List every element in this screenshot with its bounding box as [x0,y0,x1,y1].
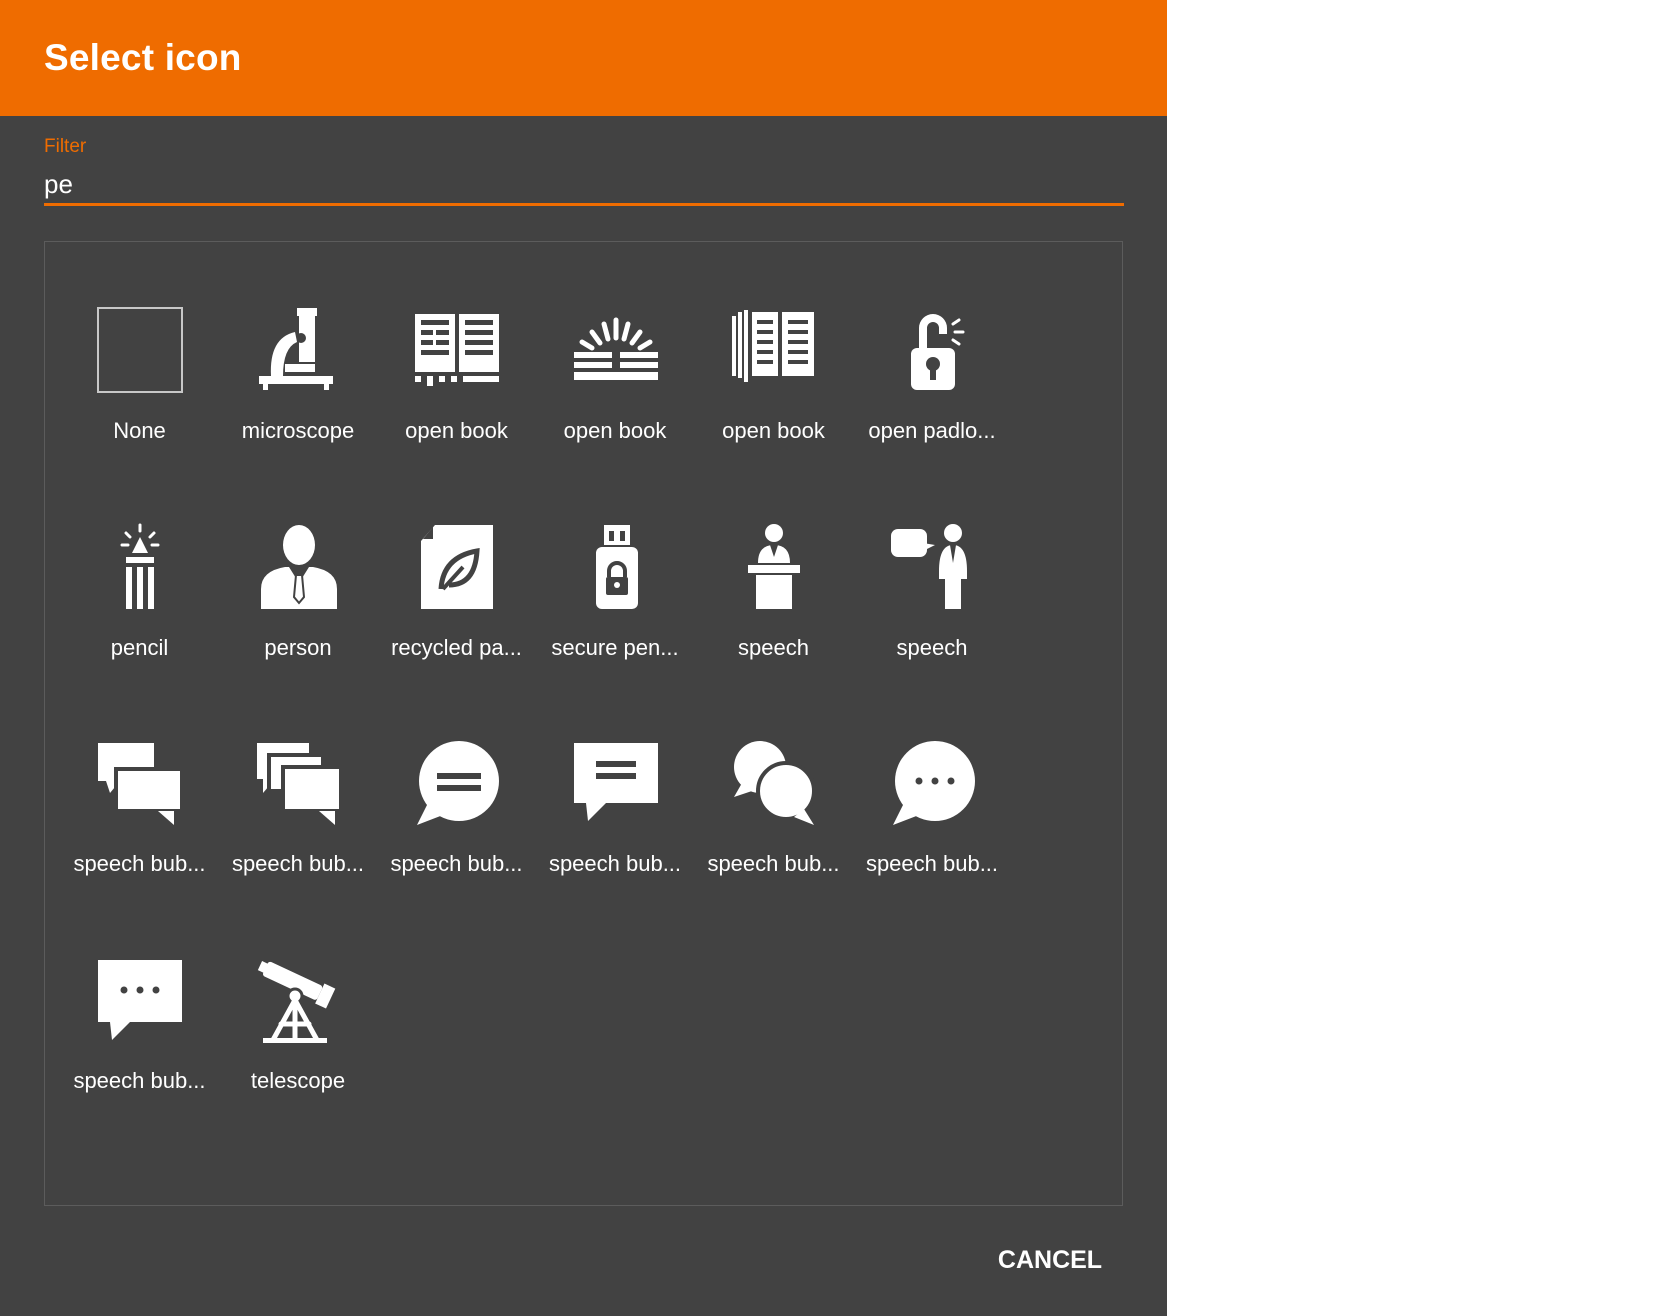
speech-podium-icon [730,523,818,611]
open-book-rays-icon [572,306,660,394]
icon-option-label: speech [896,634,968,660]
icon-option-label: None [113,418,166,443]
icon-option[interactable]: pencil [55,459,224,660]
icon-option-label: open book [722,418,825,443]
person-icon [255,523,343,611]
icon-option[interactable]: microscope [214,242,383,443]
icon-option-label: open book [405,418,508,443]
none-placeholder-icon [96,306,184,394]
speech-bubbles-outline-icon [255,739,343,827]
icon-option[interactable]: speech bub... [689,675,858,876]
icon-option-label: speech [738,634,809,660]
icon-option[interactable]: open book [531,242,700,443]
dialog-header: Select icon [0,0,1167,116]
icon-option[interactable]: recycled pa... [372,459,541,660]
speech-bubbles-round-icon [730,739,818,827]
open-book-pages-icon [730,306,818,394]
icon-option-label: microscope [241,418,355,443]
icon-option-label: secure pen... [551,634,679,660]
icon-option[interactable]: secure pen... [531,459,700,660]
icon-option-label: speech bub... [73,1067,206,1093]
icon-option-label: speech bub... [390,851,523,876]
icon-option[interactable]: open book [689,242,858,443]
icon-option-label: speech bub... [707,851,840,876]
icon-option[interactable]: open book [372,242,541,443]
speech-bubble-square-lines-icon [572,739,660,827]
icon-option-label: person [264,634,332,660]
icon-option[interactable]: telescope [214,892,383,1093]
icon-option-label: speech bub... [865,851,999,876]
icon-option-label: speech bub... [548,851,682,876]
icon-option[interactable]: speech bub... [214,675,383,876]
icon-option[interactable]: speech bub... [848,675,1017,876]
icon-option-label: open padlo... [868,418,996,443]
icon-grid: None microscope open book open book open… [44,241,1123,1206]
speech-bubble-square-dots-icon [96,956,184,1044]
filter-input[interactable] [44,166,1124,206]
secure-pen-drive-icon [572,523,660,611]
filter-label: Filter [44,136,87,157]
icon-option-label: telescope [250,1067,346,1093]
dialog-title: Select icon [44,37,242,78]
select-icon-dialog: Select icon Filter None microscope open … [0,0,1167,1316]
open-padlock-icon [889,306,977,394]
speech-bubble-round-dots-icon [889,739,977,827]
icon-option[interactable]: speech [689,459,858,660]
icon-option[interactable]: speech bub... [55,675,224,876]
icon-option-label: speech bub... [231,851,365,876]
speech-bubble-round-lines-icon [413,739,501,827]
icon-option-label: pencil [110,634,169,660]
telescope-icon [255,956,343,1044]
icon-option[interactable]: speech [848,459,1017,660]
pencil-icon [96,523,184,611]
cancel-button[interactable]: CANCEL [975,1230,1125,1290]
microscope-icon [255,306,343,394]
speech-person-icon [889,523,977,611]
icon-option-label: speech bub... [73,851,206,876]
icon-option[interactable]: speech bub... [372,675,541,876]
speech-bubbles-icon [96,739,184,827]
open-book-icon [413,306,501,394]
recycled-paper-icon [413,523,501,611]
icon-option-label: open book [563,418,667,443]
icon-option[interactable]: None [55,242,224,443]
icon-option[interactable]: person [214,459,383,660]
icon-option[interactable]: speech bub... [531,675,700,876]
icon-option-label: recycled pa... [391,634,522,660]
filter-field: Filter [44,136,1124,206]
icon-option[interactable]: speech bub... [55,892,224,1093]
icon-option[interactable]: open padlo... [848,242,1017,443]
